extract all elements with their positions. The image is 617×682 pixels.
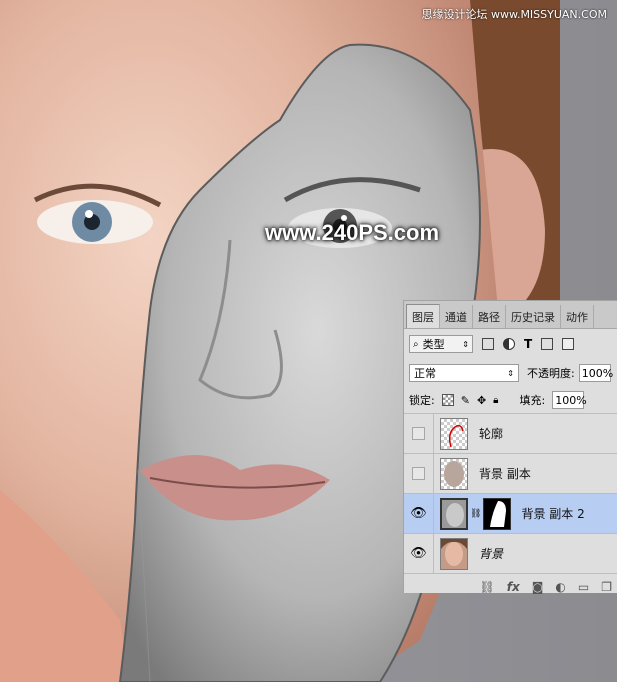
visibility-toggle[interactable] bbox=[404, 454, 434, 493]
layers-panel: 图层 通道 路径 历史记录 动作 ⌕ 类型 ⇕ T 正常 ⇕ 不透明度: 100 bbox=[403, 300, 617, 594]
lock-move-icon[interactable]: ✥ bbox=[477, 394, 486, 407]
panel-tabs: 图层 通道 路径 历史记录 动作 bbox=[404, 301, 617, 329]
watermark-url: www.240PS.com bbox=[265, 220, 440, 245]
fx-icon[interactable]: fx bbox=[507, 580, 520, 594]
link-layers-icon[interactable]: ⛓︎ bbox=[480, 580, 495, 594]
fill-label: 填充: bbox=[519, 394, 546, 407]
search-icon: ⌕ bbox=[413, 338, 419, 350]
type-filter-icon[interactable]: T bbox=[524, 337, 532, 351]
layer-row[interactable]: 背景 副本 bbox=[404, 454, 617, 494]
layer-thumbnail bbox=[440, 417, 468, 450]
filter-kind-label: 类型 bbox=[422, 338, 445, 351]
layer-name: 背景 bbox=[479, 547, 504, 561]
chain-link-icon[interactable]: ⛓︎ bbox=[470, 509, 481, 519]
adjustment-filter-icon[interactable] bbox=[503, 338, 515, 350]
shape-filter-icon[interactable] bbox=[541, 338, 554, 350]
layer-name: 背景 副本 2 bbox=[521, 507, 585, 521]
visibility-toggle[interactable]: 👁︎ bbox=[404, 494, 434, 533]
new-group-icon[interactable]: ▭ bbox=[578, 580, 589, 594]
chevron-updown-icon: ⇕ bbox=[507, 368, 514, 378]
layer-thumbnail bbox=[440, 497, 468, 530]
visibility-toggle[interactable] bbox=[404, 414, 434, 453]
tab-layers[interactable]: 图层 bbox=[406, 304, 440, 328]
smartobject-filter-icon[interactable] bbox=[562, 338, 575, 350]
layer-name: 轮廓 bbox=[479, 427, 504, 441]
hidden-box-icon bbox=[412, 467, 425, 480]
eye-icon: 👁︎ bbox=[410, 546, 427, 561]
chevron-updown-icon: ⇕ bbox=[462, 339, 469, 349]
watermark-site: 思缘设计论坛 www.MISSYUAN.COM bbox=[421, 8, 607, 21]
lock-paint-icon[interactable]: ✎ bbox=[461, 394, 470, 407]
layer-name: 背景 副本 bbox=[479, 467, 531, 481]
tab-history[interactable]: 历史记录 bbox=[506, 305, 561, 328]
lock-all-icon[interactable]: 🔒︎ bbox=[493, 395, 498, 406]
tab-channels[interactable]: 通道 bbox=[440, 305, 473, 328]
layer-row[interactable]: 👁︎ 背景 bbox=[404, 534, 617, 574]
adjustment-layer-icon[interactable]: ◐ bbox=[555, 580, 565, 594]
add-mask-icon[interactable]: ◙ bbox=[532, 580, 544, 594]
layer-thumbnail bbox=[440, 537, 468, 570]
blend-mode-value: 正常 bbox=[414, 367, 436, 380]
layers-footer: ⛓︎ fx ◙ ◐ ▭ ❐ bbox=[404, 574, 617, 600]
filter-row: ⌕ 类型 ⇕ T bbox=[404, 329, 617, 359]
hidden-box-icon bbox=[412, 427, 425, 440]
eye-icon: 👁︎ bbox=[410, 506, 427, 521]
opacity-label: 不透明度: bbox=[527, 367, 575, 380]
blend-mode-select[interactable]: 正常 ⇕ bbox=[409, 364, 519, 382]
photoshop-canvas[interactable]: 思缘设计论坛 www.MISSYUAN.COM www.240PS.com 图层… bbox=[0, 0, 617, 682]
layer-thumbnail bbox=[440, 457, 468, 490]
fill-input[interactable]: 100% bbox=[552, 391, 587, 409]
visibility-toggle[interactable]: 👁︎ bbox=[404, 534, 434, 573]
layer-row-selected[interactable]: 👁︎ ⛓︎ 背景 副本 2 bbox=[404, 494, 617, 534]
tab-actions[interactable]: 动作 bbox=[561, 305, 594, 328]
filter-kind-select[interactable]: ⌕ 类型 ⇕ bbox=[409, 335, 473, 353]
image-filter-icon[interactable] bbox=[482, 338, 494, 350]
opacity-input[interactable]: 100% bbox=[578, 364, 613, 382]
blend-row: 正常 ⇕ 不透明度: 100% bbox=[404, 359, 617, 387]
tab-paths[interactable]: 路径 bbox=[473, 305, 506, 328]
lock-row: 锁定: ✎ ✥ 🔒︎ 填充: 100% bbox=[404, 387, 617, 414]
layer-row[interactable]: 轮廓 bbox=[404, 414, 617, 454]
lock-label: 锁定: bbox=[409, 394, 435, 407]
new-layer-icon[interactable]: ❐ bbox=[601, 580, 612, 594]
layer-mask-thumbnail[interactable] bbox=[483, 497, 512, 530]
lock-transparent-icon[interactable] bbox=[441, 394, 454, 406]
